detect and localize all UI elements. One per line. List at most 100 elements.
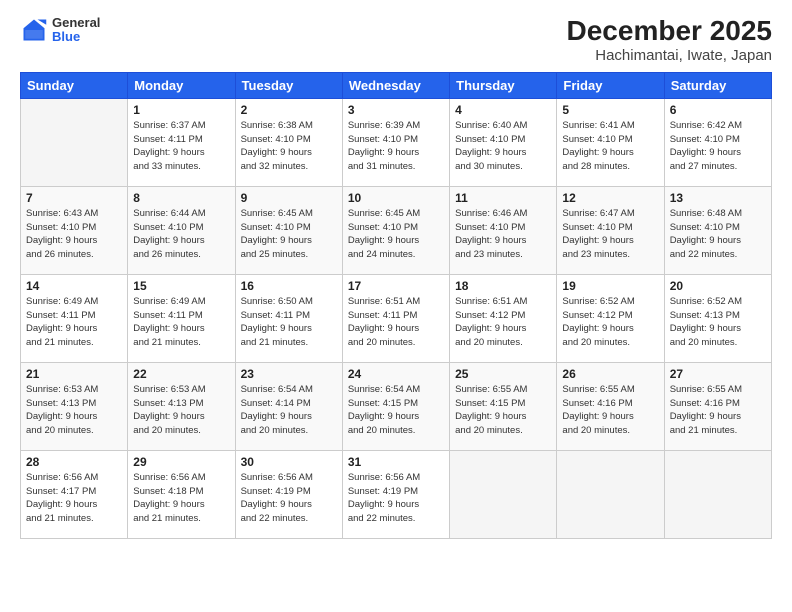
calendar-cell: 14 Sunrise: 6:49 AM Sunset: 4:11 PM Dayli… <box>21 274 128 362</box>
weekday-header: Saturday <box>664 72 771 98</box>
day-number: 22 <box>133 367 229 381</box>
day-number: 19 <box>562 279 658 293</box>
day-info: Sunrise: 6:43 AM Sunset: 4:10 PM Dayligh… <box>26 207 122 262</box>
day-info: Sunrise: 6:54 AM Sunset: 4:14 PM Dayligh… <box>241 383 337 438</box>
day-info: Sunrise: 6:45 AM Sunset: 4:10 PM Dayligh… <box>348 207 444 262</box>
day-number: 3 <box>348 103 444 117</box>
calendar-cell: 12 Sunrise: 6:47 AM Sunset: 4:10 PM Dayli… <box>557 186 664 274</box>
calendar-week-row: 14 Sunrise: 6:49 AM Sunset: 4:11 PM Dayli… <box>21 274 772 362</box>
calendar-cell: 4 Sunrise: 6:40 AM Sunset: 4:10 PM Daylig… <box>450 98 557 186</box>
calendar-cell: 6 Sunrise: 6:42 AM Sunset: 4:10 PM Daylig… <box>664 98 771 186</box>
day-info: Sunrise: 6:51 AM Sunset: 4:12 PM Dayligh… <box>455 295 551 350</box>
day-number: 24 <box>348 367 444 381</box>
day-number: 13 <box>670 191 766 205</box>
calendar-week-row: 21 Sunrise: 6:53 AM Sunset: 4:13 PM Dayli… <box>21 362 772 450</box>
day-info: Sunrise: 6:50 AM Sunset: 4:11 PM Dayligh… <box>241 295 337 350</box>
main-container: General Blue December 2025 Hachimantai, … <box>0 0 792 612</box>
day-info: Sunrise: 6:56 AM Sunset: 4:19 PM Dayligh… <box>348 471 444 526</box>
calendar-cell: 26Sunrise: 6:55 AM Sunset: 4:16 PM Dayli… <box>557 362 664 450</box>
logo-general: General <box>52 16 100 30</box>
day-number: 25 <box>455 367 551 381</box>
day-info: Sunrise: 6:52 AM Sunset: 4:12 PM Dayligh… <box>562 295 658 350</box>
day-number: 18 <box>455 279 551 293</box>
calendar-header-row: SundayMondayTuesdayWednesdayThursdayFrid… <box>21 72 772 98</box>
calendar-cell: 28Sunrise: 6:56 AM Sunset: 4:17 PM Dayli… <box>21 450 128 538</box>
weekday-header: Wednesday <box>342 72 449 98</box>
day-info: Sunrise: 6:41 AM Sunset: 4:10 PM Dayligh… <box>562 119 658 174</box>
day-number: 20 <box>670 279 766 293</box>
calendar-cell: 8Sunrise: 6:44 AM Sunset: 4:10 PM Daylig… <box>128 186 235 274</box>
day-number: 9 <box>241 191 337 205</box>
calendar-cell <box>450 450 557 538</box>
calendar-cell: 30 Sunrise: 6:56 AM Sunset: 4:19 PM Dayli… <box>235 450 342 538</box>
calendar-cell: 15 Sunrise: 6:49 AM Sunset: 4:11 PM Dayli… <box>128 274 235 362</box>
calendar-table: SundayMondayTuesdayWednesdayThursdayFrid… <box>20 72 772 539</box>
calendar-cell: 17Sunrise: 6:51 AM Sunset: 4:11 PM Dayli… <box>342 274 449 362</box>
calendar-cell <box>557 450 664 538</box>
calendar-cell: 3 Sunrise: 6:39 AM Sunset: 4:10 PM Daylig… <box>342 98 449 186</box>
calendar-cell: 21 Sunrise: 6:53 AM Sunset: 4:13 PM Dayli… <box>21 362 128 450</box>
day-info: Sunrise: 6:53 AM Sunset: 4:13 PM Dayligh… <box>26 383 122 438</box>
day-number: 15 <box>133 279 229 293</box>
day-info: Sunrise: 6:38 AM Sunset: 4:10 PM Dayligh… <box>241 119 337 174</box>
weekday-header: Thursday <box>450 72 557 98</box>
day-info: Sunrise: 6:56 AM Sunset: 4:17 PM Dayligh… <box>26 471 122 526</box>
calendar-cell <box>664 450 771 538</box>
calendar-cell: 20 Sunrise: 6:52 AM Sunset: 4:13 PM Dayli… <box>664 274 771 362</box>
calendar-cell: 1Sunrise: 6:37 AM Sunset: 4:11 PM Daylig… <box>128 98 235 186</box>
calendar-cell: 9Sunrise: 6:45 AM Sunset: 4:10 PM Daylig… <box>235 186 342 274</box>
page-subtitle: Hachimantai, Iwate, Japan <box>567 47 772 64</box>
calendar-cell: 16 Sunrise: 6:50 AM Sunset: 4:11 PM Dayli… <box>235 274 342 362</box>
logo-icon <box>20 16 48 44</box>
calendar-cell: 13Sunrise: 6:48 AM Sunset: 4:10 PM Dayli… <box>664 186 771 274</box>
calendar-cell: 5 Sunrise: 6:41 AM Sunset: 4:10 PM Daylig… <box>557 98 664 186</box>
weekday-header: Tuesday <box>235 72 342 98</box>
day-number: 8 <box>133 191 229 205</box>
title-block: December 2025 Hachimantai, Iwate, Japan <box>567 16 772 64</box>
calendar-week-row: 28Sunrise: 6:56 AM Sunset: 4:17 PM Dayli… <box>21 450 772 538</box>
day-info: Sunrise: 6:46 AM Sunset: 4:10 PM Dayligh… <box>455 207 551 262</box>
day-info: Sunrise: 6:39 AM Sunset: 4:10 PM Dayligh… <box>348 119 444 174</box>
day-number: 29 <box>133 455 229 469</box>
day-number: 16 <box>241 279 337 293</box>
weekday-header: Sunday <box>21 72 128 98</box>
calendar-cell: 19 Sunrise: 6:52 AM Sunset: 4:12 PM Dayli… <box>557 274 664 362</box>
day-info: Sunrise: 6:47 AM Sunset: 4:10 PM Dayligh… <box>562 207 658 262</box>
day-number: 5 <box>562 103 658 117</box>
calendar-cell: 23 Sunrise: 6:54 AM Sunset: 4:14 PM Dayli… <box>235 362 342 450</box>
header: General Blue December 2025 Hachimantai, … <box>20 16 772 64</box>
logo: General Blue <box>20 16 100 45</box>
day-info: Sunrise: 6:42 AM Sunset: 4:10 PM Dayligh… <box>670 119 766 174</box>
day-info: Sunrise: 6:49 AM Sunset: 4:11 PM Dayligh… <box>133 295 229 350</box>
day-number: 12 <box>562 191 658 205</box>
day-number: 10 <box>348 191 444 205</box>
day-info: Sunrise: 6:55 AM Sunset: 4:16 PM Dayligh… <box>670 383 766 438</box>
calendar-cell <box>21 98 128 186</box>
day-number: 6 <box>670 103 766 117</box>
day-info: Sunrise: 6:56 AM Sunset: 4:19 PM Dayligh… <box>241 471 337 526</box>
day-info: Sunrise: 6:52 AM Sunset: 4:13 PM Dayligh… <box>670 295 766 350</box>
calendar-cell: 27Sunrise: 6:55 AM Sunset: 4:16 PM Dayli… <box>664 362 771 450</box>
day-info: Sunrise: 6:53 AM Sunset: 4:13 PM Dayligh… <box>133 383 229 438</box>
calendar-week-row: 1Sunrise: 6:37 AM Sunset: 4:11 PM Daylig… <box>21 98 772 186</box>
calendar-cell: 10 Sunrise: 6:45 AM Sunset: 4:10 PM Dayli… <box>342 186 449 274</box>
day-number: 23 <box>241 367 337 381</box>
calendar-cell: 11Sunrise: 6:46 AM Sunset: 4:10 PM Dayli… <box>450 186 557 274</box>
day-number: 31 <box>348 455 444 469</box>
day-number: 21 <box>26 367 122 381</box>
calendar-cell: 2Sunrise: 6:38 AM Sunset: 4:10 PM Daylig… <box>235 98 342 186</box>
day-number: 30 <box>241 455 337 469</box>
logo-text: General Blue <box>52 16 100 45</box>
day-info: Sunrise: 6:49 AM Sunset: 4:11 PM Dayligh… <box>26 295 122 350</box>
day-info: Sunrise: 6:56 AM Sunset: 4:18 PM Dayligh… <box>133 471 229 526</box>
weekday-header: Friday <box>557 72 664 98</box>
day-number: 4 <box>455 103 551 117</box>
day-info: Sunrise: 6:55 AM Sunset: 4:15 PM Dayligh… <box>455 383 551 438</box>
calendar-cell: 22 Sunrise: 6:53 AM Sunset: 4:13 PM Dayli… <box>128 362 235 450</box>
weekday-header: Monday <box>128 72 235 98</box>
calendar-cell: 7Sunrise: 6:43 AM Sunset: 4:10 PM Daylig… <box>21 186 128 274</box>
calendar-cell: 24Sunrise: 6:54 AM Sunset: 4:15 PM Dayli… <box>342 362 449 450</box>
day-info: Sunrise: 6:40 AM Sunset: 4:10 PM Dayligh… <box>455 119 551 174</box>
day-number: 14 <box>26 279 122 293</box>
day-number: 26 <box>562 367 658 381</box>
